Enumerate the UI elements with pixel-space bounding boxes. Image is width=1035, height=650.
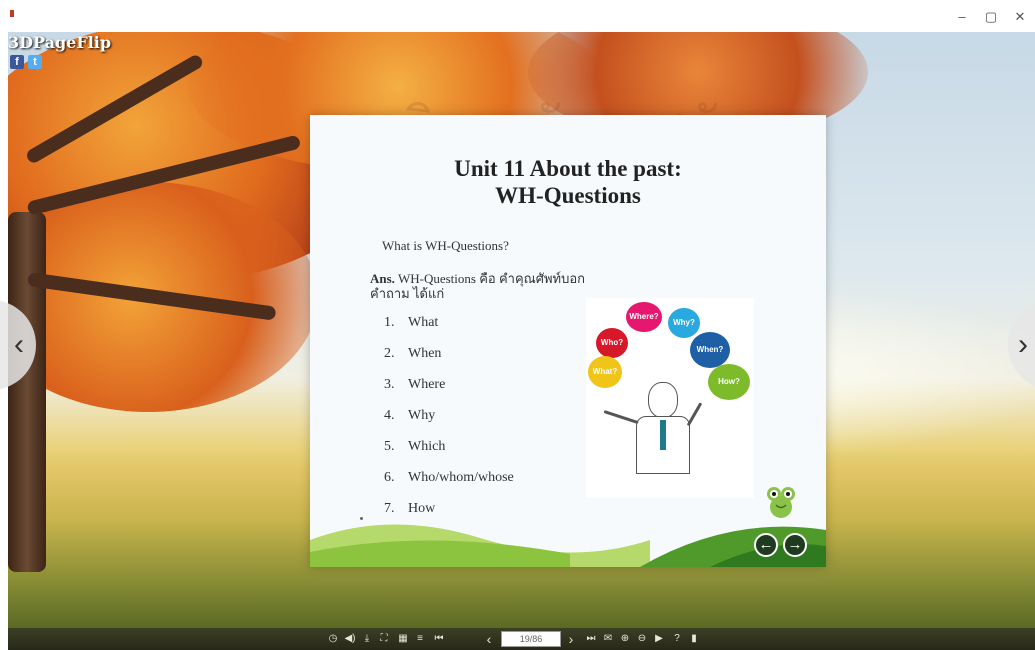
first-page-icon[interactable]: ⏮ [432, 631, 446, 647]
wh-questions-illustration: Where? Why? Who? When? What? How? [586, 298, 754, 498]
email-icon[interactable]: ✉ [601, 631, 615, 647]
autoplay-icon[interactable]: ▶ [652, 631, 666, 647]
list-item: 2. When [384, 346, 514, 377]
brand-logo: 3DPageFlip [8, 33, 112, 52]
answer-body: WH-Questions คือ คำคุณศัพท์บอกคำถาม ได้แ… [370, 271, 586, 301]
wh-question-list: 1. What 2. When 3. Where 4. Why 5. Which 6. Wh… [384, 315, 514, 532]
list-number: 4. [384, 408, 395, 423]
maximize-button[interactable]: ▢ [979, 8, 1003, 26]
list-text: Where [408, 377, 446, 392]
answer-label: Ans. [370, 271, 395, 286]
book-page: Unit 11 About the past: WH-Questions Wha… [310, 115, 826, 567]
cartoon-man-tie [660, 420, 666, 450]
answer-text: Ans. WH-Questions คือ คำคุณศัพท์บอกคำถาม… [370, 271, 620, 301]
frog-mascot-icon [767, 487, 795, 518]
list-text: Why [408, 408, 436, 423]
question-text: What is WH-Questions? [382, 238, 509, 253]
close-button[interactable]: ✕ [1008, 8, 1032, 26]
speech-bubble-where: Where? [626, 302, 662, 332]
green-hills-decoration [310, 524, 826, 567]
zoom-out-icon[interactable]: ⊖ [635, 631, 649, 647]
speech-bubble-what: What? [588, 356, 622, 388]
sound-icon[interactable]: ◀) [342, 631, 358, 647]
speech-bubble-who: Who? [596, 328, 628, 358]
cartoon-man-arm [603, 410, 639, 425]
list-text: When [408, 346, 442, 361]
list-item: 3. Where [384, 377, 514, 408]
list-text: What [408, 315, 439, 330]
minimize-button[interactable]: – [950, 8, 974, 26]
thumbnails-icon[interactable]: ▦ [396, 631, 410, 647]
toc-icon[interactable]: ≡ [413, 631, 427, 647]
download-icon[interactable]: ⤓ [360, 631, 374, 647]
prev-page-icon[interactable]: ‹ [482, 631, 496, 647]
page-title-line2: WH-Questions [495, 183, 641, 208]
last-page-icon[interactable]: ⏭ [584, 631, 598, 647]
speech-bubble-how: How? [708, 364, 750, 400]
list-number: 1. [384, 315, 395, 330]
list-item: 5. Which [384, 439, 514, 470]
next-page-icon[interactable]: › [564, 631, 578, 647]
bookmark-icon[interactable]: ▮ [687, 631, 701, 647]
cartoon-man-head [648, 382, 678, 418]
list-number: 3. [384, 377, 395, 392]
speech-bubble-why: Why? [668, 308, 700, 338]
cartoon-man-arm [686, 402, 703, 427]
page-number-input[interactable]: 19/86 [501, 631, 561, 647]
list-number: 2. [384, 346, 395, 361]
page-title-line1: Unit 11 About the past: [454, 156, 682, 181]
help-icon[interactable]: ? [670, 631, 684, 647]
page-forward-button[interactable]: → [783, 533, 807, 557]
speech-bubble-when: When? [690, 332, 730, 368]
page-back-button[interactable]: ← [754, 533, 778, 557]
list-number: 5. [384, 439, 395, 454]
list-text: Who/whom/whose [408, 470, 514, 485]
list-item: 4. Why [384, 408, 514, 439]
window-title-bar: – ▢ ✕ [0, 0, 1035, 32]
list-number: 6. [384, 470, 395, 485]
list-text: Which [408, 439, 446, 454]
page-title: Unit 11 About the past: WH-Questions [310, 155, 826, 209]
app-icon [10, 10, 14, 17]
fullscreen-icon[interactable]: ⛶ [377, 631, 391, 647]
bottom-toolbar: ◷ ◀) ⤓ ⛶ ▦ ≡ ⏮ ‹ 19/86 › ⏭ ✉ ⊕ ⊖ ▶ ? ▮ [8, 628, 1035, 650]
zoom-in-icon[interactable]: ⊕ [618, 631, 632, 647]
list-item: 1. What [384, 315, 514, 346]
facebook-icon[interactable]: f [10, 55, 24, 69]
list-item: 6. Who/whom/whose [384, 470, 514, 501]
info-icon[interactable]: ◷ [326, 631, 340, 647]
twitter-icon[interactable]: t [28, 55, 42, 69]
tree-trunk [8, 212, 46, 572]
